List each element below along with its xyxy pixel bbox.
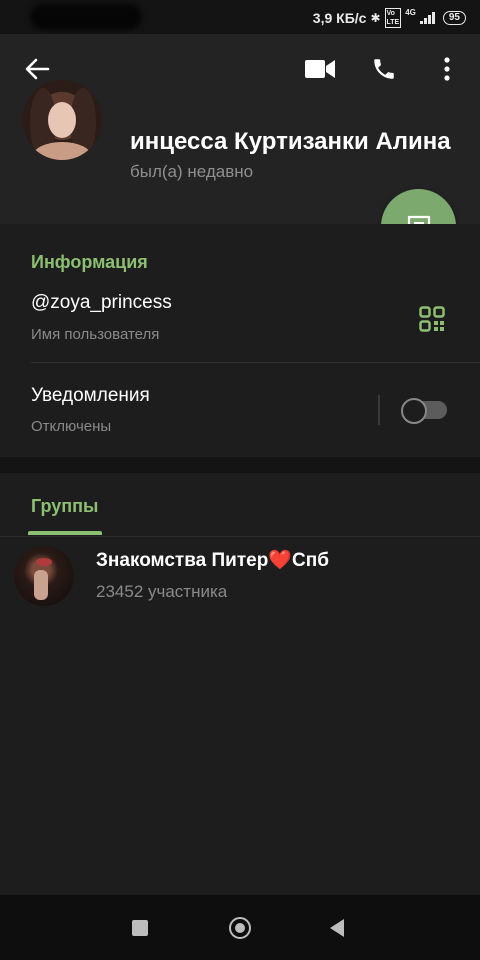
username-row[interactable]: @zoya_princess Имя пользователя: [0, 282, 480, 360]
qr-code-button[interactable]: [419, 306, 445, 337]
recents-button[interactable]: [132, 920, 148, 936]
battery-icon: 95: [442, 11, 466, 25]
toggle-separator: [378, 395, 380, 425]
info-divider: [31, 362, 480, 363]
profile-name: инцесса Куртизанки Алина: [130, 128, 451, 155]
section-separator: [0, 457, 480, 473]
network-type: 4G: [405, 8, 416, 17]
net-speed: 3,9 КБ/с: [312, 10, 367, 26]
tab-groups-indicator: [28, 531, 102, 535]
profile-last-seen: был(а) недавно: [130, 162, 254, 181]
notifications-state: Отключены: [31, 418, 112, 435]
tabs-divider: [0, 536, 480, 537]
username-value: @zoya_princess: [31, 292, 172, 313]
group-name: Знакомства Питер❤️Спб: [96, 548, 329, 572]
more-vertical-icon: [444, 57, 450, 81]
username-label: Имя пользователя: [31, 326, 160, 343]
signal-icon: [419, 12, 435, 24]
volte-icon: Vo LTE: [384, 8, 402, 28]
back-button[interactable]: [22, 54, 52, 84]
video-camera-icon: [305, 60, 335, 78]
tab-groups[interactable]: Группы: [31, 496, 98, 517]
status-bar-indicators: 3,9 КБ/с ✱ Vo LTE 4G 95: [313, 8, 466, 28]
video-call-button[interactable]: [303, 54, 337, 84]
qr-code-icon: [419, 306, 445, 332]
group-avatar: [14, 546, 74, 606]
notifications-title: Уведомления: [31, 385, 150, 406]
heart-emoji: ❤️: [268, 550, 292, 571]
toggle-knob: [401, 398, 427, 424]
home-button[interactable]: [229, 917, 251, 939]
group-name-prefix: Знакомства Питер: [96, 550, 269, 571]
system-back-button[interactable]: [330, 919, 344, 937]
notifications-toggle[interactable]: [401, 398, 447, 424]
home-dot: [235, 923, 245, 933]
profile-avatar[interactable]: [22, 80, 102, 160]
phone-icon: [374, 59, 394, 79]
info-section-title: Информация: [31, 252, 148, 272]
status-bar: 3,9 КБ/с ✱ Vo LTE 4G 95: [0, 0, 480, 34]
group-name-suffix: Спб: [292, 550, 329, 571]
status-bar-notifications-blurred: [30, 4, 142, 30]
arrow-left-icon: [25, 58, 50, 80]
group-member-count: 23452 участника: [96, 582, 228, 601]
more-options-button[interactable]: [434, 54, 460, 84]
bluetooth-icon: ✱: [370, 11, 381, 25]
voice-call-button[interactable]: [368, 54, 400, 84]
